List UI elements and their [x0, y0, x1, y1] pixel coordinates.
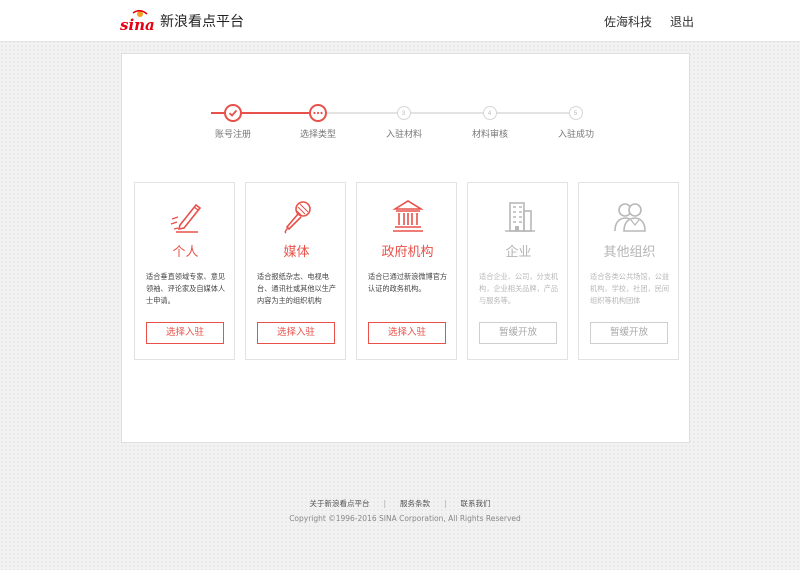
step-connector [318, 112, 576, 114]
type-card-individual: 个人 适合垂直领域专家、意见领袖、评论家及自媒体人士申请。 选择入驻 [134, 182, 235, 360]
svg-text:4: 4 [488, 111, 492, 117]
type-card-other-organization: 其他组织 适合各类公共场馆，公益机构，学校，社团，民间组织等机构团体 暂缓开放 [578, 182, 679, 360]
office-building-icon [468, 197, 569, 237]
number-icon: 4 [488, 111, 492, 117]
card-title: 政府机构 [381, 245, 434, 260]
card-title: 企业 [505, 245, 532, 260]
select-government-button[interactable]: 选择入驻 [368, 322, 446, 344]
platform-title: 新浪看点平台 [160, 14, 244, 30]
card-description: 适合各类公共场馆，公益机构，学校，社团，民间组织等机构团体 [590, 272, 670, 305]
step-pending-node: 5 [569, 106, 583, 120]
people-icon [579, 197, 680, 237]
svg-text:5: 5 [574, 111, 578, 117]
other-organization-unavailable-button[interactable]: 暂缓开放 [590, 322, 668, 344]
progress-stepper: 账号注册 选择类型 3 入驻材料 4 材料审核 5 入驻成功 [122, 54, 691, 164]
logout-link[interactable]: 退出 [670, 13, 694, 30]
step-done-node [224, 104, 242, 122]
step-pending-node: 3 [397, 106, 411, 120]
step-label: 选择类型 [299, 130, 336, 140]
account-name[interactable]: 佐海科技 [604, 13, 652, 30]
pen-icon [135, 197, 236, 237]
number-icon: 5 [574, 111, 578, 117]
select-individual-button[interactable]: 选择入驻 [146, 322, 224, 344]
step-pending-node: 4 [483, 106, 497, 120]
footer-separator: | [444, 499, 447, 508]
step-label: 入驻材料 [385, 130, 422, 140]
step-label: 账号注册 [214, 130, 251, 140]
footer-link-contact[interactable]: 联系我们 [461, 499, 491, 508]
card-description: 适合已通过新浪微博官方认证的政务机构。 [368, 272, 448, 293]
card-title: 个人 [172, 245, 199, 260]
svg-text:sina: sina [120, 16, 154, 32]
step-label: 入驻成功 [557, 130, 594, 140]
ellipsis-icon [313, 111, 323, 115]
footer-links: 关于新浪看点平台 | 服务条款 | 联系我们 [0, 498, 800, 509]
type-card-media: 媒体 适合报纸杂志、电视电台、通讯社或其他以生产内容为主的组织机构 选择入驻 [245, 182, 346, 360]
check-icon [228, 109, 238, 117]
card-description: 适合报纸杂志、电视电台、通讯社或其他以生产内容为主的组织机构 [257, 272, 337, 305]
main-panel: 账号注册 选择类型 3 入驻材料 4 材料审核 5 入驻成功 个人 适合垂直领域… [121, 53, 690, 443]
footer-link-about[interactable]: 关于新浪看点平台 [309, 499, 369, 508]
type-card-government: 政府机构 适合已通过新浪微博官方认证的政务机构。 选择入驻 [356, 182, 457, 360]
microphone-icon [246, 197, 347, 237]
step-current-node [309, 104, 327, 122]
card-title: 其他组织 [603, 245, 656, 260]
card-description: 适合企业、公司，分支机构，企业相关品牌，产品与服务等。 [479, 272, 559, 305]
card-description: 适合垂直领域专家、意见领袖、评论家及自媒体人士申请。 [146, 272, 226, 305]
step-label: 材料审核 [471, 130, 508, 140]
footer-link-terms[interactable]: 服务条款 [400, 499, 430, 508]
top-navigation-bar: sina 新浪看点平台 佐海科技 退出 [0, 0, 800, 42]
select-media-button[interactable]: 选择入驻 [257, 322, 335, 344]
government-building-icon [357, 197, 458, 237]
type-card-enterprise: 企业 适合企业、公司，分支机构，企业相关品牌，产品与服务等。 暂缓开放 [467, 182, 568, 360]
svg-text:3: 3 [402, 111, 406, 117]
footer-separator: | [383, 499, 386, 508]
sina-logo[interactable]: sina 新浪看点平台 [120, 9, 244, 33]
copyright-text: Copyright ©1996-2016 SINA Corporation, A… [289, 514, 521, 523]
sina-logo-icon: sina [120, 10, 154, 32]
number-icon: 3 [402, 111, 406, 117]
enterprise-unavailable-button[interactable]: 暂缓开放 [479, 322, 557, 344]
card-title: 媒体 [283, 245, 310, 260]
